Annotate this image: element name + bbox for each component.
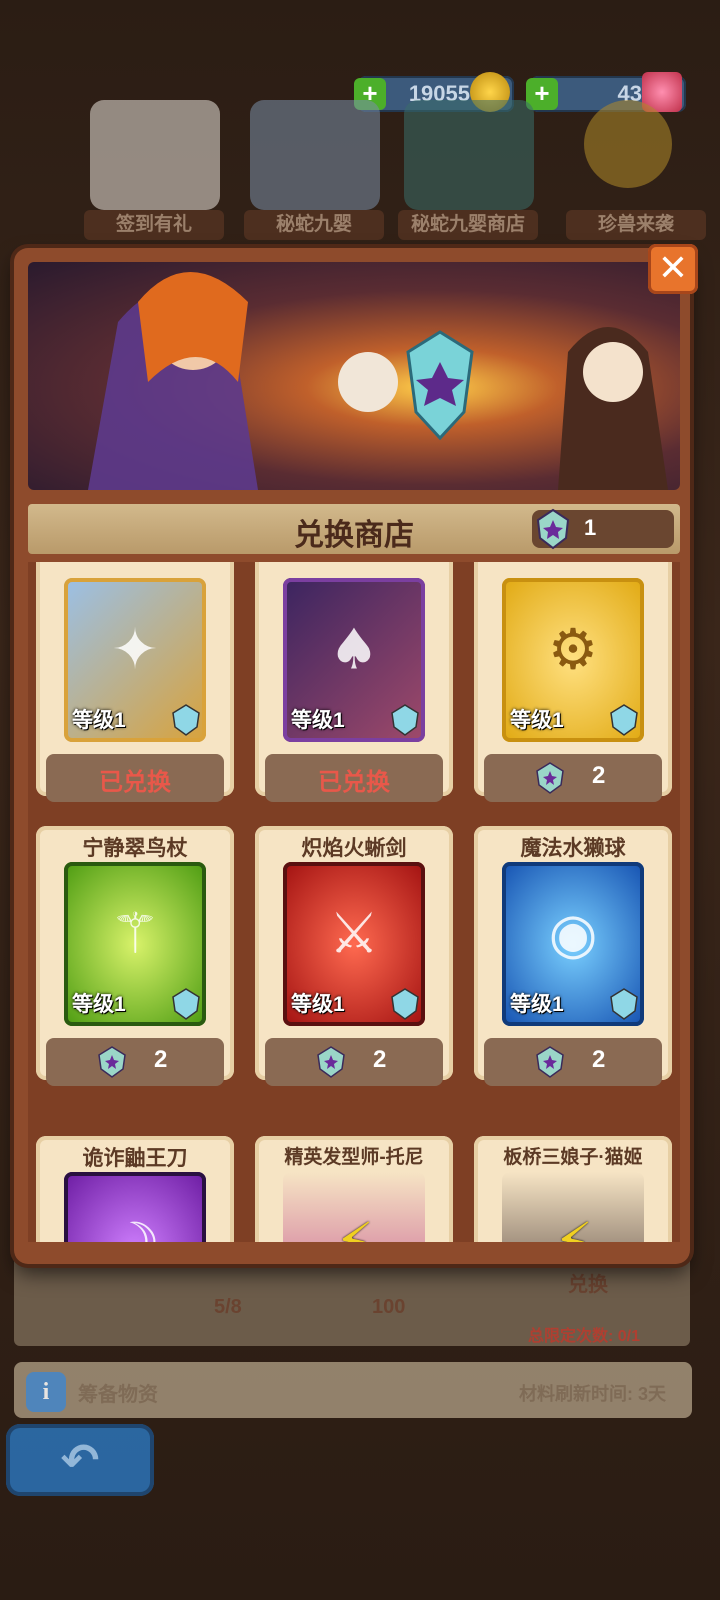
rarity-gem-icon	[610, 704, 638, 736]
item-name: 炽焰火蜥剑	[301, 837, 407, 860]
kingfisher-staff-art: ⚚	[109, 901, 161, 967]
rarity-gem-icon	[391, 988, 419, 1020]
info-icon[interactable]: i	[26, 1372, 66, 1412]
item-name: 宁静翠鸟杖	[82, 837, 188, 860]
item-frame: ⚔ 等级1	[283, 862, 425, 1026]
shop-banner	[28, 262, 680, 490]
rarity-gem-icon	[610, 988, 638, 1020]
item-frame: ⚚ 等级1	[64, 862, 206, 1026]
item-name: 板桥三娘子·猫姬	[503, 1147, 643, 1168]
shop-item-card[interactable]: 板桥三娘子·猫姬 ⚡	[474, 1136, 672, 1242]
rare-beast-label: 珍兽来袭	[566, 210, 706, 240]
shop-item-card[interactable]: 诡诈鼬王刀 ☽	[36, 1136, 234, 1242]
shop-item-card[interactable]: ♠ 等级1 已兑换	[255, 562, 453, 802]
shop-item-card[interactable]: ✦ 等级1 已兑换	[36, 562, 234, 802]
prep-title: 筹备物资	[78, 1384, 158, 1406]
golden-revolver-art: ⚙	[547, 617, 599, 683]
flame-sword-art: ⚔	[328, 901, 380, 967]
rainbow-gem-icon	[536, 508, 570, 550]
shop-item-card[interactable]: ⚙ 等级1 2	[474, 562, 672, 802]
item-frame: ⚡	[502, 1172, 644, 1242]
rainbow-gem-icon	[536, 1046, 564, 1078]
material-count: 100	[372, 1296, 406, 1318]
exchanged-label: 已兑换	[318, 769, 390, 796]
item-frame: ☽	[64, 1172, 206, 1242]
lightning-icon: ⚡	[553, 1212, 592, 1242]
buy-button[interactable]: 2	[46, 1038, 224, 1086]
serpent-label: 秘蛇九婴	[244, 210, 384, 240]
item-frame: ⚙ 等级1	[502, 578, 644, 742]
exchanged-label: 已兑换	[99, 769, 171, 796]
exchanged-button: 已兑换	[46, 754, 224, 802]
buy-button[interactable]: 2	[484, 754, 662, 802]
otter-orb-art: ◉	[548, 901, 598, 967]
limit-text: 总限定次数: 0/1	[528, 1328, 641, 1345]
shop-item-card[interactable]: 炽焰火蜥剑 ⚔ 等级1 2	[255, 826, 453, 1086]
rainbow-gem-icon	[536, 762, 564, 794]
item-frame: ♠ 等级1	[283, 578, 425, 742]
item-name: 精英发型师-托尼	[284, 1147, 424, 1168]
rainbow-gem-icon	[317, 1046, 345, 1078]
item-level: 等级1	[72, 993, 126, 1016]
shop-item-card[interactable]: 宁静翠鸟杖 ⚚ 等级1 2	[36, 826, 234, 1086]
serpent-shop-icon[interactable]	[404, 100, 534, 210]
item-cost: 2	[373, 1046, 387, 1073]
buy-button[interactable]: 2	[484, 1038, 662, 1086]
shop-title-bar: 兑换商店 1	[28, 504, 680, 554]
item-level: 等级1	[291, 709, 345, 732]
buy-button[interactable]: 2	[265, 1038, 443, 1086]
shop-item-card[interactable]: 精英发型师-托尼 ⚡	[255, 1136, 453, 1242]
serpent-shop-label: 秘蛇九婴商店	[398, 210, 538, 240]
item-name: 诡诈鼬王刀	[82, 1147, 188, 1170]
monkey-king-art: ✦	[111, 617, 159, 683]
signin-gift-icon[interactable]	[90, 100, 220, 210]
item-level: 等级1	[510, 709, 564, 732]
item-frame: ✦ 等级1	[64, 578, 206, 742]
exchange-shop-modal: ✕ 兑换商店 1 ✦ 等级1 已兑换 ♠ 等级1 已兑换 ⚙ 等级1 2 宁静翠…	[14, 244, 698, 1264]
item-cost: 2	[154, 1046, 168, 1073]
item-level: 等级1	[291, 993, 345, 1016]
rare-beast-icon[interactable]	[584, 100, 672, 188]
lightning-icon: ⚡	[334, 1212, 373, 1242]
close-button[interactable]: ✕	[648, 244, 698, 294]
refresh-text: 材料刷新时间: 3天	[518, 1384, 666, 1404]
exchanged-button: 已兑换	[265, 754, 443, 802]
rainbow-gem-icon	[98, 1046, 126, 1078]
circus-art: ♠	[328, 617, 380, 683]
rarity-gem-icon	[172, 704, 200, 736]
item-cost: 2	[592, 1046, 606, 1073]
banner-art	[88, 272, 668, 490]
item-name: 魔法水獭球	[520, 837, 626, 860]
exchange-currency-count: 1	[584, 515, 597, 540]
weasel-blade-art: ☽	[110, 1212, 160, 1242]
rarity-gem-icon	[391, 704, 419, 736]
item-cost: 2	[592, 762, 606, 789]
back-button[interactable]: ↶	[6, 1424, 154, 1496]
shop-item-card[interactable]: 魔法水獭球 ◉ 等级1 2	[474, 826, 672, 1086]
exchange-currency-box: 1	[532, 508, 674, 550]
item-level: 等级1	[510, 993, 564, 1016]
item-frame: ⚡	[283, 1172, 425, 1242]
rarity-gem-icon	[172, 988, 200, 1020]
progress-text: 5/8	[214, 1296, 242, 1318]
item-frame: ◉ 等级1	[502, 862, 644, 1026]
item-level: 等级1	[72, 709, 126, 732]
serpent-event-icon[interactable]	[250, 100, 380, 210]
exchange-button[interactable]: 兑换	[568, 1268, 608, 1297]
item-grid[interactable]: ✦ 等级1 已兑换 ♠ 等级1 已兑换 ⚙ 等级1 2 宁静翠鸟杖 ⚚ 等级1 …	[28, 562, 680, 1242]
signin-label: 签到有礼	[84, 210, 224, 240]
